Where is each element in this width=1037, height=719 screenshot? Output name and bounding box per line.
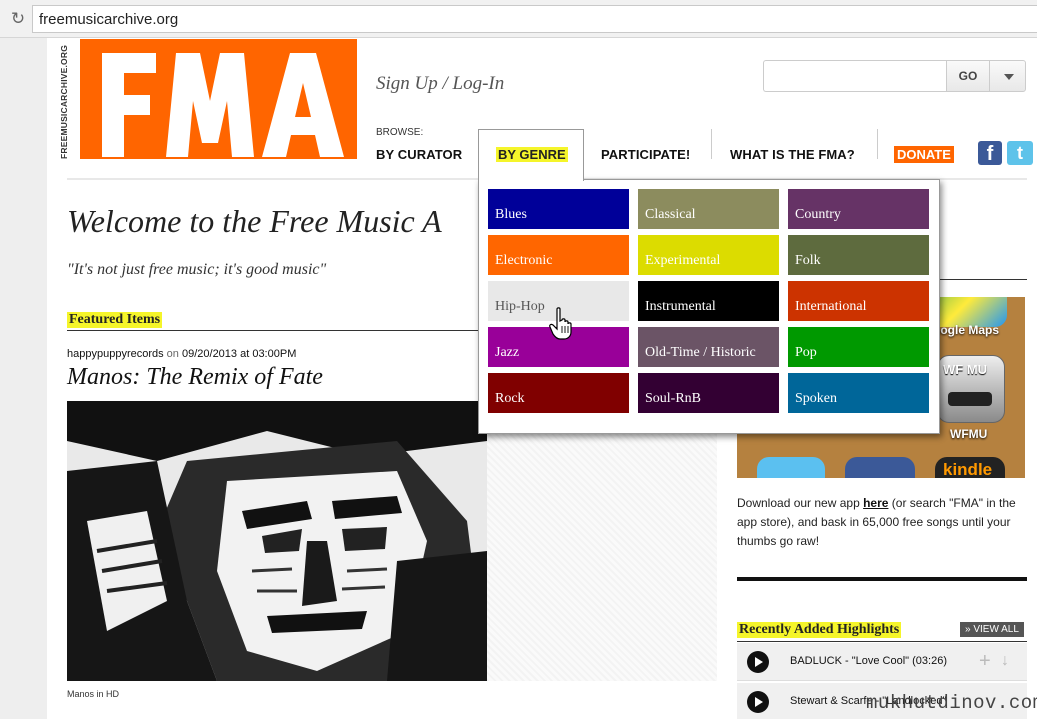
vertical-site-url: FREEMUSICARCHIVE.ORG — [57, 44, 71, 160]
watermark: mukhutdinov.com — [866, 692, 1037, 714]
search-input[interactable] — [763, 60, 947, 92]
cow-icon — [948, 392, 992, 406]
genre-label: Old-Time / Historic — [645, 345, 756, 360]
nav-by-genre-tab[interactable]: BY GENRE — [478, 129, 584, 181]
nav-divider — [711, 129, 712, 159]
genre-old-time-historic[interactable]: Old-Time / Historic — [638, 327, 779, 367]
genre-label: Country — [795, 207, 841, 222]
nav-what-is-fma[interactable]: WHAT IS THE FMA? — [730, 147, 855, 162]
genre-classical[interactable]: Classical — [638, 189, 779, 229]
view-all-button[interactable]: » VIEW ALL — [960, 622, 1024, 637]
play-icon[interactable] — [747, 651, 769, 673]
item-date: 09/20/2013 at 03:00PM — [181, 348, 297, 360]
twitter-app-icon — [757, 457, 825, 478]
facebook-app-icon — [845, 457, 915, 478]
twitter-icon[interactable]: t — [1007, 141, 1033, 165]
genre-instrumental[interactable]: Instrumental — [638, 281, 779, 321]
recently-added-heading: Recently Added Highlights — [737, 622, 902, 638]
nav-by-genre-label[interactable]: BY GENRE — [496, 147, 568, 162]
genre-label: Spoken — [795, 391, 837, 406]
donate-button[interactable]: DONATE — [894, 146, 954, 163]
maps-app-label: oogle Maps — [933, 323, 1000, 337]
play-icon[interactable] — [747, 691, 769, 713]
genre-label: Blues — [495, 207, 527, 222]
nav-by-curator[interactable]: BY CURATOR — [376, 147, 462, 162]
genre-label: Folk — [795, 253, 821, 268]
tagline: "It's not just free music; it's good mus… — [67, 261, 327, 278]
genre-spoken[interactable]: Spoken — [788, 373, 929, 413]
chevron-down-icon — [1004, 74, 1014, 80]
genre-country[interactable]: Country — [788, 189, 929, 229]
recent-divider — [737, 641, 1027, 642]
genre-label: Pop — [795, 345, 817, 360]
artwork-caption: Manos in HD — [67, 689, 120, 699]
track-row: BADLUCK - "Love Cool" (03:26) + ↓ — [737, 643, 1027, 681]
genre-folk[interactable]: Folk — [788, 235, 929, 275]
kindle-app-icon: kindle — [935, 457, 1005, 478]
app-text-before: Download our new app — [737, 496, 864, 510]
genre-label: Electronic — [495, 253, 553, 268]
fma-logo-letters — [102, 53, 344, 157]
genre-label: International — [795, 299, 867, 314]
app-download-link[interactable]: here — [863, 496, 888, 510]
signup-login-link[interactable]: Sign Up / Log-In — [376, 73, 504, 95]
kindle-app-label: kindle — [943, 460, 993, 478]
curator-link[interactable]: happypuppyrecords — [67, 348, 164, 360]
url-text[interactable]: freemusicarchive.org — [39, 11, 178, 28]
featured-item-artwork[interactable] — [67, 401, 487, 681]
page-title: Welcome to the Free Music A — [67, 203, 442, 239]
genre-rock[interactable]: Rock — [488, 373, 629, 413]
genre-dropdown-menu: Blues Classical Country Electronic Exper… — [478, 179, 940, 434]
page-gutter — [0, 38, 47, 719]
browse-label: BROWSE: — [376, 127, 424, 138]
wfmu-app-icon: WF MU — [937, 355, 1005, 423]
nav-divider — [877, 129, 878, 159]
search-options-dropdown[interactable] — [989, 60, 1026, 92]
genre-label: Rock — [495, 391, 525, 406]
genre-pop[interactable]: Pop — [788, 327, 929, 367]
sidebar-thick-divider — [737, 577, 1027, 581]
fma-logo[interactable] — [80, 39, 357, 159]
genre-label: Experimental — [645, 253, 721, 268]
genre-soul-rnb[interactable]: Soul-RnB — [638, 373, 779, 413]
track-title[interactable]: BADLUCK - "Love Cool" (03:26) — [790, 655, 947, 667]
wfmu-app-label: WFMU — [950, 427, 988, 441]
url-field[interactable]: freemusicarchive.org — [32, 5, 1037, 33]
artwork-background — [487, 401, 717, 681]
genre-electronic[interactable]: Electronic — [488, 235, 629, 275]
artwork-illustration — [67, 401, 487, 681]
genre-label: Hip-Hop — [495, 299, 545, 314]
genre-label: Jazz — [495, 345, 520, 360]
add-to-playlist-icon[interactable]: + — [979, 651, 991, 671]
genre-label: Soul-RnB — [645, 391, 702, 406]
vertical-site-url-text: FREEMUSICARCHIVE.ORG — [59, 44, 69, 160]
genre-label: Instrumental — [645, 299, 716, 314]
reload-icon[interactable]: ↻ — [8, 9, 28, 29]
genre-blues[interactable]: Blues — [488, 189, 629, 229]
download-icon[interactable]: ↓ — [1001, 651, 1009, 671]
genre-international[interactable]: International — [788, 281, 929, 321]
genre-experimental[interactable]: Experimental — [638, 235, 779, 275]
featured-item-meta: happypuppyrecords on 09/20/2013 at 03:00… — [67, 348, 296, 360]
nav-participate[interactable]: PARTICIPATE! — [601, 147, 690, 162]
wfmu-badge: WF MU — [943, 362, 988, 377]
genre-label: Classical — [645, 207, 696, 222]
featured-items-heading: Featured Items — [67, 312, 163, 328]
hand-cursor-icon — [549, 307, 572, 340]
featured-item-title[interactable]: Manos: The Remix of Fate — [67, 364, 323, 391]
app-promo-text: Download our new app here (or search "FM… — [737, 494, 1027, 551]
meta-on-text: on — [163, 348, 182, 360]
browser-address-bar: ↻ freemusicarchive.org — [0, 0, 1037, 38]
search-go-button[interactable]: GO — [946, 60, 990, 92]
facebook-icon[interactable]: f — [978, 141, 1002, 165]
